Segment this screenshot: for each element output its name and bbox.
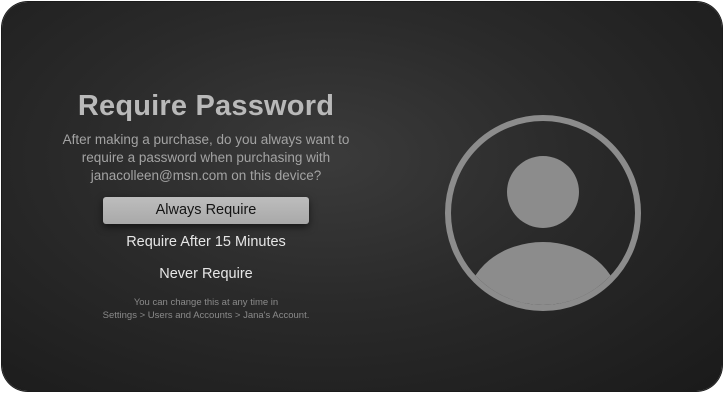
footnote: You can change this at any time in Setti…	[34, 296, 378, 322]
option-never-require[interactable]: Never Require	[103, 261, 309, 288]
footnote-line: Settings > Users and Accounts > Jana's A…	[102, 310, 310, 321]
require-password-panel: Require Password After making a purchase…	[34, 90, 378, 322]
footnote-line: You can change this at any time in	[133, 297, 279, 308]
option-list: Always Require Require After 15 Minutes …	[34, 197, 378, 288]
question-line: janacolleen@msn.com on this device?	[90, 168, 322, 183]
page-title: Require Password	[77, 90, 335, 122]
option-always-require[interactable]: Always Require	[103, 197, 309, 224]
tv-screen: Require Password After making a purchase…	[2, 2, 722, 391]
question-text: After making a purchase, do you always w…	[34, 131, 378, 185]
question-line: require a password when purchasing with	[81, 150, 331, 165]
question-line: After making a purchase, do you always w…	[62, 132, 350, 147]
option-require-after-15-minutes[interactable]: Require After 15 Minutes	[103, 229, 309, 256]
user-silhouette-icon	[444, 114, 642, 312]
